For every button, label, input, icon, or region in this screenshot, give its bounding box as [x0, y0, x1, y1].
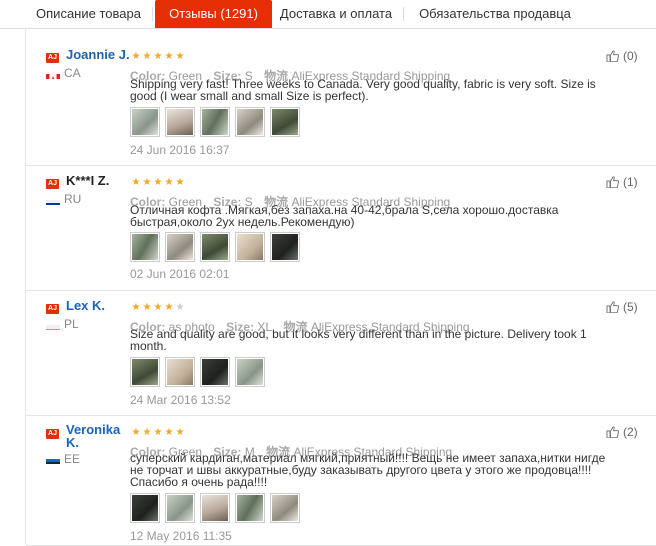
review-photo-thumbnail[interactable]	[235, 232, 265, 262]
review-photo-thumbnail[interactable]	[200, 107, 230, 137]
reviewer-country: RU	[64, 192, 82, 206]
country-flag-icon	[46, 455, 60, 464]
thumbs-up-icon	[606, 301, 619, 313]
helpful-button[interactable]: (2)	[606, 425, 638, 439]
star-filled-icon: ★	[153, 427, 163, 438]
review-photo-thumbnail[interactable]	[200, 232, 230, 262]
review-photo-thumbnail[interactable]	[235, 357, 265, 387]
star-filled-icon: ★	[131, 302, 141, 313]
tab-seller-guarantees[interactable]: Обязательства продавца	[410, 0, 580, 28]
review-item: AJ K***I Z. RU ★ ★ ★ ★ ★ Color: Green Size: …	[26, 165, 656, 291]
star-filled-icon: ★	[131, 177, 141, 188]
review-text: Shipping very fast! Three weeks to Canad…	[130, 77, 596, 103]
star-filled-icon: ★	[142, 427, 152, 438]
review-photo-thumbnail[interactable]	[130, 357, 160, 387]
helpful-count: (5)	[623, 300, 638, 314]
review-text: Size and quality are good, but it looks …	[130, 327, 587, 353]
review-tabs: Описание товара Отзывы (1291) Доставка и…	[0, 0, 656, 29]
star-filled-icon: ★	[164, 51, 174, 62]
buyer-badge-icon: AJ	[46, 179, 59, 189]
review-photo-thumbnail[interactable]	[165, 493, 195, 523]
review-photo-thumbnail[interactable]	[270, 232, 300, 262]
review-photos	[130, 357, 265, 387]
review-item: AJ Lex K. PL ★ ★ ★ ★ ★ Color: as photo Size:…	[26, 290, 656, 416]
review-photo-thumbnail[interactable]	[270, 493, 300, 523]
review-date: 12 May 2016 11:35	[130, 529, 232, 543]
tab-shipping-payment[interactable]: Доставка и оплата	[272, 0, 400, 28]
review-text: Отличная кофта .Мягкая,без запаха.на 40-…	[130, 203, 559, 229]
reviewer-name[interactable]: Lex K.	[66, 298, 105, 313]
review-photos	[130, 107, 300, 137]
reviewer-country: EE	[64, 452, 81, 466]
helpful-count: (2)	[623, 425, 638, 439]
review-photo-thumbnail[interactable]	[235, 493, 265, 523]
star-filled-icon: ★	[153, 177, 163, 188]
review-photo-thumbnail[interactable]	[130, 232, 160, 262]
reviewer-name[interactable]: Veronika K.	[66, 423, 124, 449]
review-photo-thumbnail[interactable]	[165, 107, 195, 137]
country-flag-icon	[46, 196, 60, 205]
star-filled-icon: ★	[142, 302, 152, 313]
review-item: AJ Joannie J. CA ★ ★ ★ ★ ★ Color: Green Size…	[26, 40, 656, 166]
rating-stars: ★ ★ ★ ★ ★	[131, 428, 185, 438]
review-date: 24 Mar 2016 13:52	[130, 393, 231, 407]
review-photo-thumbnail[interactable]	[270, 107, 300, 137]
star-filled-icon: ★	[175, 177, 185, 188]
review-photo-thumbnail[interactable]	[235, 107, 265, 137]
thumbs-up-icon	[606, 176, 619, 188]
review-date: 02 Jun 2016 02:01	[130, 267, 230, 281]
rating-stars: ★ ★ ★ ★ ★	[131, 303, 185, 313]
buyer-badge-icon: AJ	[46, 304, 59, 314]
star-empty-icon: ★	[175, 302, 185, 313]
review-photos	[130, 232, 300, 262]
rating-stars: ★ ★ ★ ★ ★	[131, 52, 185, 62]
helpful-button[interactable]: (5)	[606, 300, 638, 314]
star-filled-icon: ★	[164, 177, 174, 188]
rating-stars: ★ ★ ★ ★ ★	[131, 178, 185, 188]
star-filled-icon: ★	[131, 51, 141, 62]
helpful-count: (0)	[623, 49, 638, 63]
buyer-badge-icon: AJ	[46, 53, 59, 63]
country-flag-icon	[46, 70, 60, 79]
review-date: 24 Jun 2016 16:37	[130, 143, 230, 157]
review-photo-thumbnail[interactable]	[130, 107, 160, 137]
reviewer-name[interactable]: K***I Z.	[66, 173, 109, 188]
review-photo-thumbnail[interactable]	[165, 232, 195, 262]
star-filled-icon: ★	[153, 51, 163, 62]
review-photo-thumbnail[interactable]	[200, 493, 230, 523]
star-filled-icon: ★	[164, 427, 174, 438]
tab-reviews[interactable]: Отзывы (1291)	[155, 0, 272, 28]
thumbs-up-icon	[606, 50, 619, 62]
helpful-button[interactable]: (1)	[606, 175, 638, 189]
review-photo-thumbnail[interactable]	[130, 493, 160, 523]
tab-divider	[152, 7, 153, 21]
review-photo-thumbnail[interactable]	[165, 357, 195, 387]
reviewer-country: CA	[64, 66, 81, 80]
star-filled-icon: ★	[142, 177, 152, 188]
star-filled-icon: ★	[164, 302, 174, 313]
buyer-badge-icon: AJ	[46, 429, 59, 439]
helpful-count: (1)	[623, 175, 638, 189]
star-filled-icon: ★	[131, 427, 141, 438]
tab-description[interactable]: Описание товара	[25, 0, 152, 28]
tab-divider	[403, 7, 404, 21]
review-item: AJ Veronika K. EE ★ ★ ★ ★ ★ Color: Green Siz…	[26, 415, 656, 546]
country-flag-icon	[46, 321, 60, 330]
helpful-button[interactable]: (0)	[606, 49, 638, 63]
review-photo-thumbnail[interactable]	[200, 357, 230, 387]
thumbs-up-icon	[606, 426, 619, 438]
reviewer-name[interactable]: Joannie J.	[66, 47, 130, 62]
star-filled-icon: ★	[175, 427, 185, 438]
star-filled-icon: ★	[142, 51, 152, 62]
review-text: суперский кардиган,материал мягкий,прият…	[130, 451, 606, 489]
review-photos	[130, 493, 300, 523]
star-filled-icon: ★	[175, 51, 185, 62]
reviewer-country: PL	[64, 317, 79, 331]
star-filled-icon: ★	[153, 302, 163, 313]
